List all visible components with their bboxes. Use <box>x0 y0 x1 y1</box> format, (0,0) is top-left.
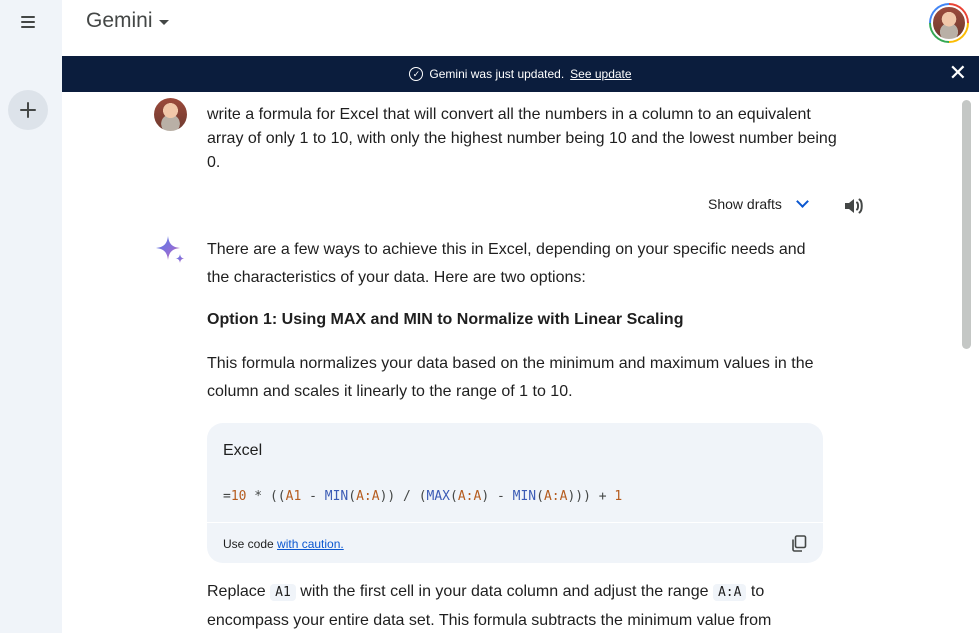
banner-message: Gemini was just updated. <box>429 67 565 81</box>
new-chat-button[interactable] <box>8 90 48 130</box>
copy-icon[interactable] <box>791 535 807 552</box>
scrollbar-thumb[interactable] <box>962 100 971 349</box>
account-avatar[interactable] <box>929 3 969 43</box>
avatar-image <box>931 5 967 41</box>
gemini-sparkle-icon <box>156 236 185 263</box>
model-selector[interactable]: Gemini <box>86 9 169 33</box>
user-avatar <box>154 98 187 131</box>
inline-code-range: A:A <box>712 584 747 601</box>
side-rail <box>0 0 62 633</box>
brand-title: Gemini <box>86 9 153 32</box>
menu-icon[interactable] <box>14 8 42 36</box>
code-footer-prefix: Use code <box>223 537 278 551</box>
code-language-label: Excel <box>223 442 263 459</box>
option1-description: This formula normalizes your data based … <box>207 355 814 400</box>
top-header: Gemini <box>62 0 979 56</box>
update-banner: ✓ Gemini was just updated. See update ✕ <box>62 56 979 92</box>
check-circle-icon: ✓ <box>409 67 424 81</box>
user-prompt: write a formula for Excel that will conv… <box>207 106 837 171</box>
option1-heading: Option 1: Using MAX and MIN to Normalize… <box>207 311 684 328</box>
response-intro: There are a few ways to achieve this in … <box>207 241 806 286</box>
see-update-link[interactable]: See update <box>570 67 631 81</box>
speaker-icon[interactable] <box>843 196 865 216</box>
show-drafts-label: Show drafts <box>708 196 782 212</box>
code-block: Excel =10 * ((A1 - MIN(A:A)) / (MAX(A:A)… <box>207 423 823 563</box>
close-icon[interactable]: ✕ <box>949 62 967 84</box>
inline-code-a1: A1 <box>270 584 296 601</box>
code-divider <box>207 522 823 523</box>
model-response: There are a few ways to achieve this in … <box>207 236 827 400</box>
chevron-down-icon <box>796 195 809 208</box>
plus-icon <box>20 102 36 118</box>
show-drafts-button[interactable]: Show drafts <box>708 195 809 212</box>
replace-instructions: Replace A1 with the first cell in your d… <box>207 583 772 629</box>
code-footer: Use code with caution. <box>223 537 344 551</box>
code-formula[interactable]: =10 * ((A1 - MIN(A:A)) / (MAX(A:A) - MIN… <box>223 489 622 504</box>
caret-down-icon <box>158 19 169 25</box>
with-caution-link[interactable]: with caution. <box>277 537 344 551</box>
